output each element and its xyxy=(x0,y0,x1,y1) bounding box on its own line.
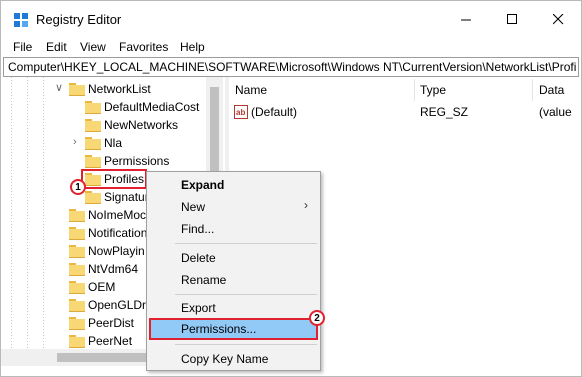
column-header-data[interactable]: Data xyxy=(539,77,564,103)
registry-editor-window: Registry Editor File Edit View Favorites… xyxy=(0,0,582,377)
tree-item-label: NtVdm64 xyxy=(88,262,139,276)
column-divider[interactable] xyxy=(414,79,415,101)
menu-item-find[interactable]: Find... xyxy=(181,222,214,236)
column-header-type[interactable]: Type xyxy=(420,77,446,103)
menu-file[interactable]: File xyxy=(13,40,32,54)
submenu-arrow-icon: › xyxy=(304,198,308,212)
maximize-button[interactable] xyxy=(489,1,535,37)
tree-item-opengldrivers[interactable]: OpenGLDri xyxy=(69,296,149,314)
tree-item-permissions[interactable]: Permissions xyxy=(85,152,169,170)
menu-item-export[interactable]: Export xyxy=(181,301,216,315)
tree-item-signatures[interactable]: Signatur xyxy=(85,188,149,206)
tree-item-label: NetworkList xyxy=(88,82,151,96)
menu-item-expand[interactable]: Expand xyxy=(181,178,224,192)
context-menu: Expand New › Find... Delete Rename Expor… xyxy=(146,171,321,371)
menu-edit[interactable]: Edit xyxy=(46,40,67,54)
window-title: Registry Editor xyxy=(36,12,122,27)
folder-icon xyxy=(69,280,85,294)
folder-icon xyxy=(69,334,85,348)
value-data: (value xyxy=(539,105,572,119)
folder-icon xyxy=(69,298,85,312)
title-bar: Registry Editor xyxy=(1,1,581,37)
tree-item-nowplaying[interactable]: NowPlayin xyxy=(69,242,145,260)
value-type: REG_SZ xyxy=(420,105,469,119)
profiles-highlight-box xyxy=(81,169,147,189)
value-name: (Default) xyxy=(251,105,298,119)
tree-item-label: OpenGLDri xyxy=(88,298,149,312)
menu-item-permissions[interactable]: Permissions... xyxy=(181,322,256,336)
tree-item-peerdist[interactable]: PeerDist xyxy=(69,314,134,332)
chevron-down-icon[interactable]: ∨ xyxy=(55,81,63,94)
menu-item-rename[interactable]: Rename xyxy=(181,273,226,287)
tree-item-label: PeerNet xyxy=(88,334,133,348)
tree-item-label: OEM xyxy=(88,280,116,294)
menu-bar: File Edit View Favorites Help xyxy=(1,37,581,57)
step-1-badge: 1 xyxy=(70,179,86,195)
address-bar[interactable]: Computer\HKEY_LOCAL_MACHINE\SOFTWARE\Mic… xyxy=(3,57,579,77)
tree-item-newnetworks[interactable]: NewNetworks xyxy=(85,116,178,134)
menu-separator xyxy=(175,243,317,244)
menu-view[interactable]: View xyxy=(80,40,106,54)
folder-icon xyxy=(69,262,85,276)
tree-item-label: Nla xyxy=(104,136,123,150)
menu-item-copy-key-name[interactable]: Copy Key Name xyxy=(181,352,268,366)
folder-icon xyxy=(85,154,101,168)
tree-item-label: NoImeMoc xyxy=(88,208,147,222)
menu-separator xyxy=(175,344,317,345)
address-path: Computer\HKEY_LOCAL_MACHINE\SOFTWARE\Mic… xyxy=(8,60,577,74)
folder-icon xyxy=(69,208,85,222)
folder-icon xyxy=(85,118,101,132)
folder-icon xyxy=(85,190,101,204)
menu-separator xyxy=(175,294,317,295)
close-icon xyxy=(552,13,563,24)
svg-text:ab: ab xyxy=(236,108,245,117)
minimize-icon xyxy=(460,19,471,20)
tree-item-notifications[interactable]: Notification xyxy=(69,224,147,242)
tree-item-oem[interactable]: OEM xyxy=(69,278,115,296)
menu-help[interactable]: Help xyxy=(180,40,205,54)
tree-item-networklist[interactable]: NetworkList xyxy=(69,80,151,98)
tree-item-defaultmediacost[interactable]: DefaultMediaCost xyxy=(85,98,199,116)
tree-item-label: Signatur xyxy=(104,190,149,204)
folder-icon xyxy=(69,316,85,330)
folder-icon xyxy=(85,136,101,150)
menu-item-new[interactable]: New xyxy=(181,200,205,214)
maximize-icon xyxy=(506,13,517,24)
tree-item-label: Notification xyxy=(88,226,148,240)
column-header-name[interactable]: Name xyxy=(235,77,267,103)
string-value-icon: ab xyxy=(234,105,248,119)
menu-favorites[interactable]: Favorites xyxy=(119,40,168,54)
folder-icon xyxy=(69,226,85,240)
column-divider[interactable] xyxy=(532,79,533,101)
tree-item-peernet[interactable]: PeerNet xyxy=(69,332,132,349)
step-2-badge: 2 xyxy=(309,310,325,326)
tree-item-nla[interactable]: Nla xyxy=(85,134,122,152)
folder-icon xyxy=(69,82,85,96)
folder-icon xyxy=(85,100,101,114)
tree-item-label: NewNetworks xyxy=(104,118,179,132)
tree-item-label: PeerDist xyxy=(88,316,135,330)
tree-item-ntvdm64[interactable]: NtVdm64 xyxy=(69,260,138,278)
minimize-button[interactable] xyxy=(443,1,489,37)
tree-item-noimemode[interactable]: NoImeMoc xyxy=(69,206,146,224)
tree-item-label: Permissions xyxy=(104,154,170,168)
registry-icon xyxy=(14,13,28,27)
chevron-right-icon[interactable]: › xyxy=(73,136,77,148)
menu-item-delete[interactable]: Delete xyxy=(181,251,216,265)
folder-icon xyxy=(69,244,85,258)
close-button[interactable] xyxy=(535,1,581,37)
tree-item-label: DefaultMediaCost xyxy=(104,100,200,114)
tree-item-label: NowPlayin xyxy=(88,244,145,258)
